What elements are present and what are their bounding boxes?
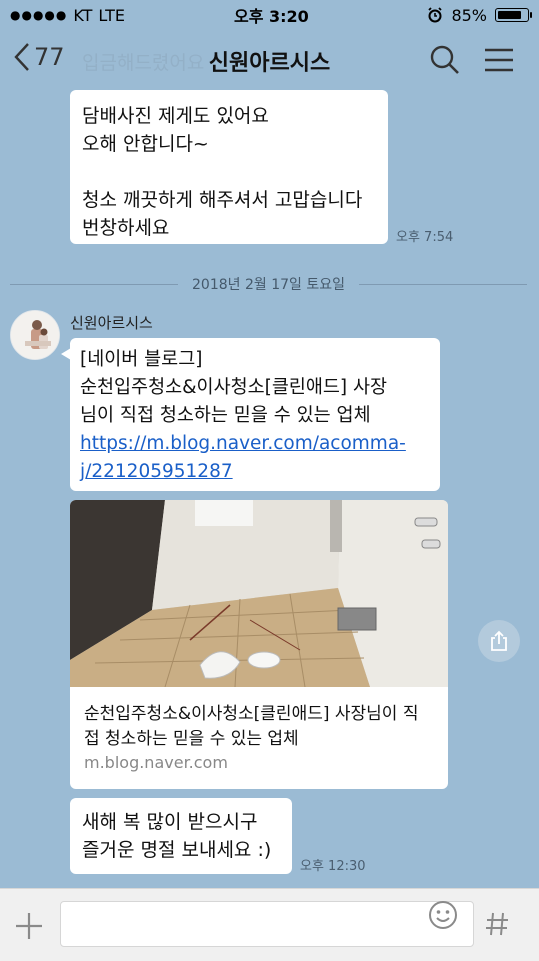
date-divider: 2018년 2월 17일 토요일 <box>10 274 528 294</box>
message-input[interactable] <box>60 901 474 947</box>
battery-percent: 85% <box>451 5 487 25</box>
chevron-left-icon <box>14 43 29 71</box>
status-left: ●●●●● KT LTE <box>10 6 125 25</box>
avatar[interactable] <box>10 310 60 360</box>
message-link[interactable]: https://m.blog.naver.com/acomma- <box>80 430 430 458</box>
share-icon <box>491 630 507 651</box>
unread-count: 77 <box>34 43 65 71</box>
emoji-icon[interactable] <box>427 899 459 931</box>
message-bubble-received[interactable]: [네이버 블로그] 순천입주청소&이사청소[클린애드] 사장 님이 직접 청소하… <box>61 338 440 491</box>
input-bar <box>0 888 539 961</box>
message-text: 오해 안합니다~ <box>82 133 209 155</box>
chat-title: 신원아르시스 <box>208 51 331 76</box>
status-right: 85% <box>427 5 532 25</box>
preview-image <box>70 500 448 687</box>
alarm-icon <box>428 7 443 23</box>
divider-line <box>10 283 179 285</box>
back-button[interactable]: 77 <box>14 42 65 72</box>
message-bubble-received[interactable]: 새해 복 많이 받으시구 즐거운 명절 보내세요 :) <box>70 798 292 874</box>
date-label: 2018년 2월 17일 토요일 <box>192 277 345 293</box>
network-type: LTE <box>98 5 125 25</box>
chat-header: 입금해드렸어요 77 신원아르시스 <box>0 30 539 92</box>
avatar-image <box>11 311 59 359</box>
share-button[interactable] <box>478 620 520 662</box>
battery-icon <box>495 8 532 22</box>
hash-icon[interactable] <box>484 911 510 937</box>
search-icon[interactable] <box>429 44 461 76</box>
divider-line <box>359 283 528 285</box>
status-bar: ●●●●● KT LTE 오후 3:20 85% <box>0 0 539 30</box>
message-text: 순천입주청소&이사청소[클린애드] 사장 <box>80 377 388 398</box>
status-time: 오후 3:20 <box>234 7 309 26</box>
menu-icon[interactable] <box>483 44 515 76</box>
battery-fill <box>498 11 521 19</box>
message-time: 오후 7:54 <box>396 230 454 245</box>
preview-domain: m.blog.naver.com <box>84 753 228 772</box>
message-bubble-received[interactable]: 담배사진 제게도 있어요 오해 안합니다~ 청소 깨끗하게 해주셔서 고맙습니다… <box>70 90 388 244</box>
plus-icon[interactable] <box>14 911 44 941</box>
message-link[interactable]: j/221205951287 <box>80 458 233 486</box>
preview-title: 순천입주청소&이사청소[클린애드] 사장님이 직접 청소하는 믿을 수 있는 업… <box>84 704 419 749</box>
message-text: 즐거운 명절 보내세요 :) <box>82 839 272 861</box>
message-time: 오후 12:30 <box>300 859 366 874</box>
message-text: 새해 복 많이 받으시구 <box>82 811 258 833</box>
carrier: KT <box>73 5 93 25</box>
message-text: 님이 직접 청소하는 믿을 수 있는 업체 <box>80 405 371 426</box>
link-preview-card[interactable]: 순천입주청소&이사청소[클린애드] 사장님이 직접 청소하는 믿을 수 있는 업… <box>70 500 448 789</box>
message-text: 번창하세요 <box>82 217 170 239</box>
message-text: 담배사진 제게도 있어요 <box>82 105 269 127</box>
message-text: [네이버 블로그] <box>80 349 203 370</box>
signal-icon: ●●●●● <box>10 8 68 22</box>
faded-previous-message: 입금해드렸어요 <box>82 52 205 74</box>
sender-name: 신원아르시스 <box>70 314 153 332</box>
message-text: 청소 깨끗하게 해주셔서 고맙습니다 <box>82 189 363 211</box>
message-text <box>82 158 376 186</box>
